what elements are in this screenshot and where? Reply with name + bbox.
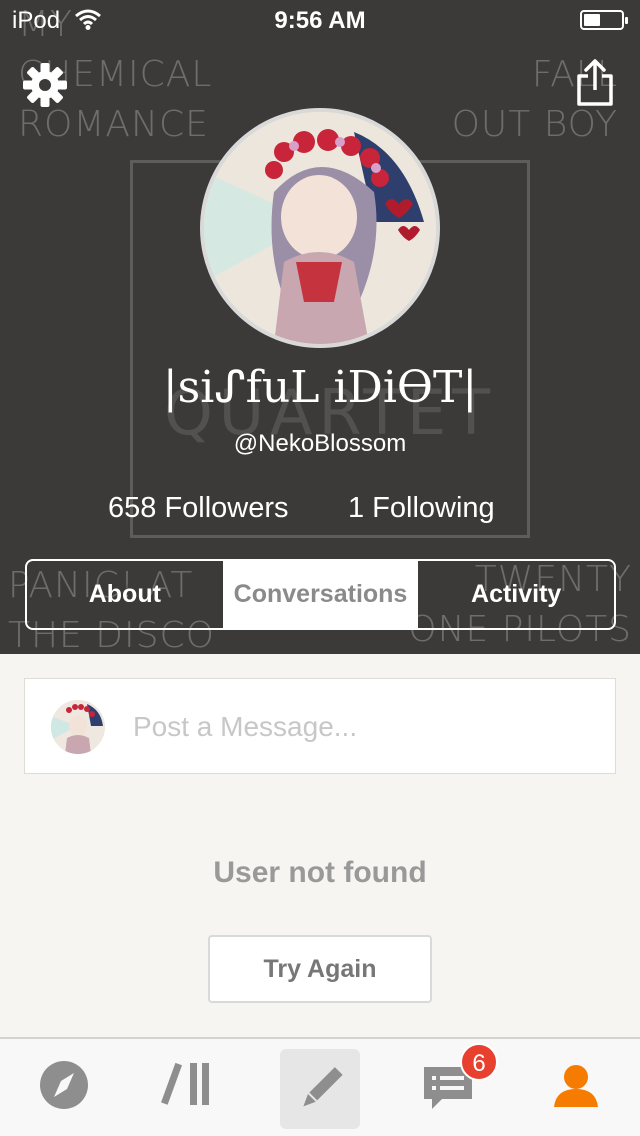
avatar[interactable] — [200, 108, 440, 348]
profile-tabs: About Conversations Activity — [25, 559, 616, 630]
following-count[interactable]: 1 Following — [348, 492, 495, 525]
share-icon[interactable] — [574, 58, 616, 108]
user-avatar-small — [51, 700, 105, 754]
library-icon — [161, 1062, 209, 1105]
bottom-tab-bar — [0, 1037, 640, 1136]
tab-library[interactable] — [152, 1049, 232, 1129]
messages-badge: 6 — [460, 1043, 498, 1081]
clock: 9:56 AM — [274, 7, 366, 34]
tab-profile[interactable] — [536, 1049, 616, 1129]
profile-header: MY CHEMICAL ROMANCE FALL OUT BOY QUARTET… — [0, 0, 640, 654]
battery-level — [584, 14, 601, 26]
tab-compose[interactable] — [280, 1049, 360, 1129]
compass-icon — [40, 1061, 88, 1109]
battery-icon — [580, 10, 628, 30]
status-bar: iPod 9:56 AM — [0, 0, 640, 40]
username-handle: @NekoBlossom — [233, 430, 407, 457]
tab-about[interactable]: About — [27, 561, 223, 628]
error-message: User not found — [213, 856, 427, 889]
pencil-icon — [303, 1067, 343, 1107]
tab-conversations[interactable]: Conversations — [222, 561, 419, 628]
try-again-button[interactable]: Try Again — [208, 935, 432, 1003]
display-name: |siᔑfuL iDiƟT| — [162, 362, 478, 413]
tab-explore[interactable] — [24, 1049, 104, 1129]
tab-activity[interactable]: Activity — [418, 561, 614, 628]
post-message-input[interactable]: Post a Message... — [133, 711, 357, 743]
post-message-box[interactable]: Post a Message... — [24, 678, 616, 774]
followers-count[interactable]: 658 Followers — [108, 492, 289, 525]
person-icon — [554, 1065, 598, 1107]
gear-icon[interactable] — [22, 62, 68, 108]
